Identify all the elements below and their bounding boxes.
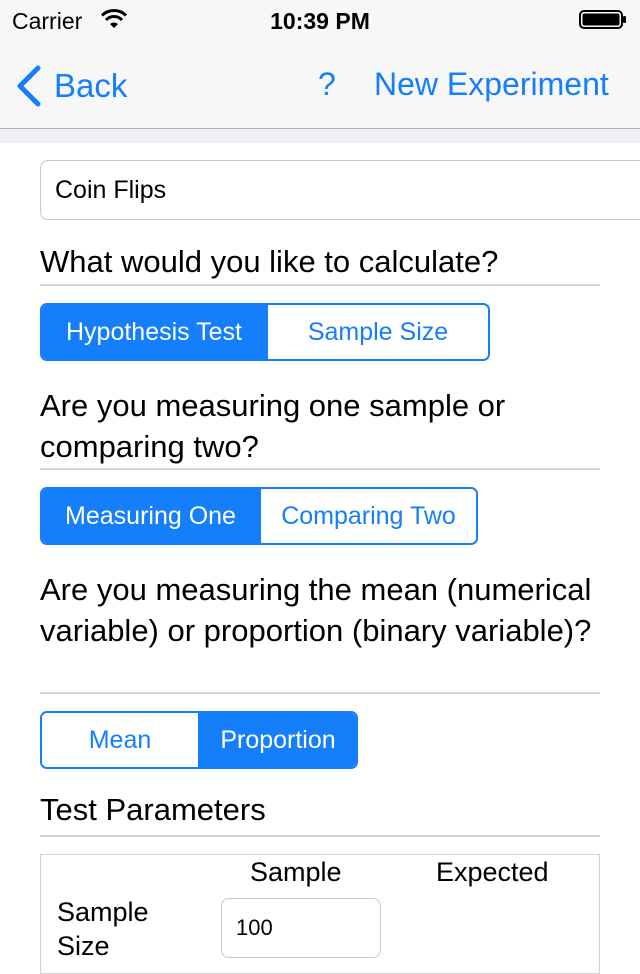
help-button[interactable]: ? xyxy=(318,66,336,103)
divider xyxy=(40,835,600,837)
clock: 10:39 PM xyxy=(270,8,370,34)
experiment-name-field[interactable]: Coin Flips xyxy=(40,160,640,220)
sample-size-input[interactable]: 100 xyxy=(221,898,381,958)
back-button-label: Back xyxy=(54,67,128,104)
calculate-segmented-control: Hypothesis Test Sample Size xyxy=(40,303,490,361)
segment-proportion[interactable]: Proportion xyxy=(198,713,356,767)
samples-segmented-control: Measuring One Comparing Two xyxy=(40,487,478,545)
divider xyxy=(40,284,600,286)
segment-sample-size[interactable]: Sample Size xyxy=(266,305,488,359)
chevron-left-icon xyxy=(17,65,41,107)
divider xyxy=(40,468,600,470)
battery-icon xyxy=(579,10,626,29)
navigation-bar: Back ? New Experiment xyxy=(0,40,640,129)
column-header-sample: Sample xyxy=(250,857,342,887)
back-button[interactable]: Back xyxy=(14,64,127,108)
question-samples: Are you measuring one sample or comparin… xyxy=(40,388,506,464)
segment-hypothesis-test[interactable]: Hypothesis Test xyxy=(42,305,266,359)
measure-segmented-control: Mean Proportion xyxy=(40,711,358,769)
question-calculate: What would you like to calculate? xyxy=(40,244,499,279)
segment-measuring-one[interactable]: Measuring One xyxy=(42,489,259,543)
column-header-expected: Expected xyxy=(436,857,549,887)
nav-shadow-strip xyxy=(0,129,640,143)
test-parameters-heading: Test Parameters xyxy=(40,792,266,827)
question-measure: Are you measuring the mean (numerical va… xyxy=(40,572,592,648)
divider xyxy=(40,692,600,694)
segment-mean[interactable]: Mean xyxy=(42,713,198,767)
new-experiment-button[interactable]: New Experiment xyxy=(374,66,609,103)
segment-comparing-two[interactable]: Comparing Two xyxy=(259,489,476,543)
status-bar: Carrier 10:39 PM xyxy=(0,0,640,40)
row-label-sample-size: Sample Size xyxy=(57,897,149,961)
